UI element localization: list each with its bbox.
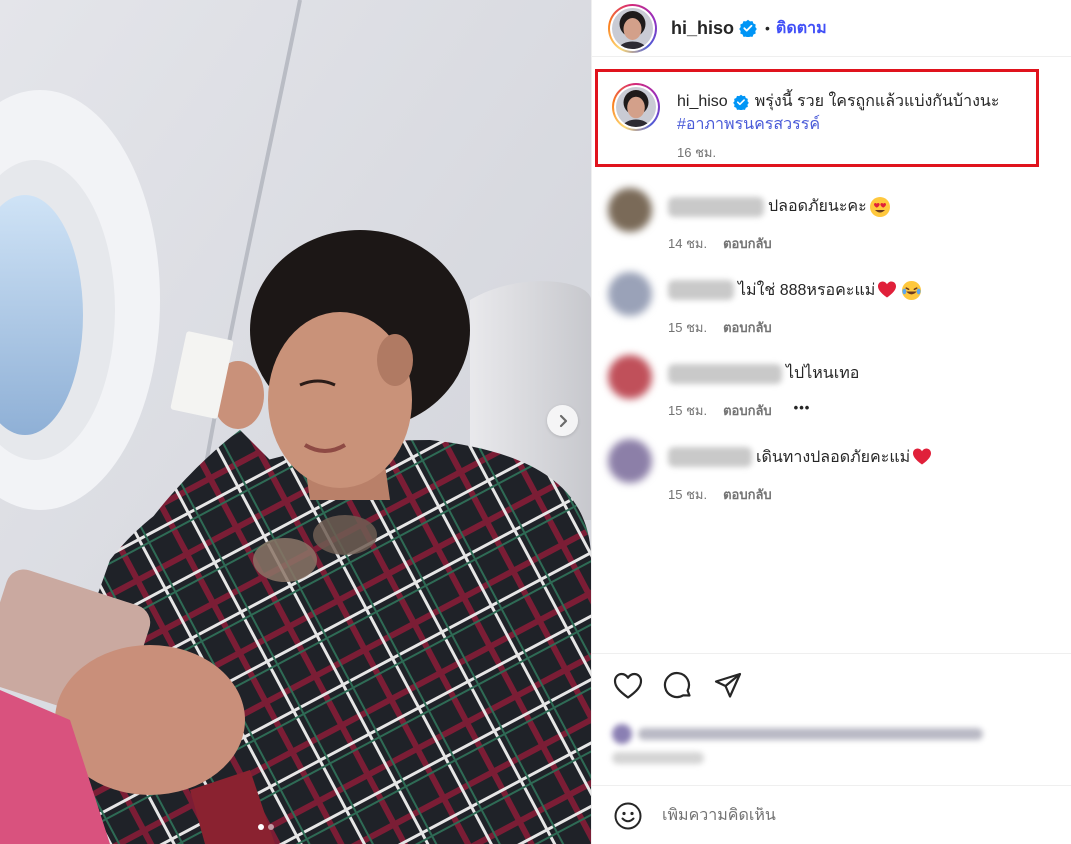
comment-text: ไม่ใช่ 888หรอคะแม่ <box>738 281 876 299</box>
post-actions <box>612 670 744 702</box>
commenter-avatar[interactable] <box>608 271 652 316</box>
likes-summary-blurred <box>612 720 987 748</box>
separator-dot: • <box>765 20 770 36</box>
caption-highlight-box: hi_hiso พรุ่งนี้ รวย ใครถูกแล้วแบ่งกันบ้… <box>595 69 1039 167</box>
laughing-tears-emoji-icon <box>901 280 922 301</box>
comment-item: ปลอดภัยนะคะ 14 ชม. ตอบกลับ <box>608 188 1058 272</box>
profile-photo <box>612 7 653 49</box>
comment-text: ปลอดภัยนะคะ <box>768 198 867 215</box>
next-slide-button[interactable] <box>547 405 578 436</box>
comment-item: ไม่ใช่ 888หรอคะแม่ 15 ชม. ตอบกลับ <box>608 271 1058 356</box>
comment-text: เดินทางปลอดภัยคะแม่ <box>756 448 911 466</box>
caption-author-avatar[interactable] <box>612 83 660 131</box>
profile-photo <box>616 87 656 127</box>
follow-button[interactable]: ติดตาม <box>776 16 827 41</box>
add-comment-bar <box>612 800 1022 832</box>
commenter-username-blurred[interactable] <box>668 363 782 384</box>
post-date-blurred <box>612 752 704 764</box>
commenter-username-blurred[interactable] <box>668 280 734 300</box>
divider <box>592 785 1071 786</box>
verified-badge-icon <box>739 19 757 37</box>
chevron-right-icon <box>559 414 567 427</box>
reply-button[interactable]: ตอบกลับ <box>723 484 772 505</box>
reply-button[interactable]: ตอบกลับ <box>723 233 772 254</box>
red-heart-emoji-icon <box>912 447 932 467</box>
caption-username[interactable]: hi_hiso <box>677 93 728 110</box>
heart-icon <box>613 672 643 699</box>
post-header: hi_hiso • ติดตาม <box>592 0 1071 57</box>
reply-button[interactable]: ตอบกลับ <box>723 400 772 421</box>
commenter-avatar[interactable] <box>608 438 652 483</box>
reply-button[interactable]: ตอบกลับ <box>723 317 772 338</box>
commenter-username-blurred[interactable] <box>668 447 752 467</box>
paper-plane-icon <box>714 672 742 698</box>
comment-timestamp[interactable]: 15 ชม. <box>668 400 707 421</box>
post-photo <box>0 0 591 844</box>
comment-input[interactable] <box>662 807 1022 825</box>
commenter-username-blurred[interactable] <box>668 196 764 217</box>
comment-text: ไปไหนเทอ <box>786 365 860 382</box>
author-avatar[interactable] <box>608 3 657 53</box>
post-side-panel: hi_hiso • ติดตาม hi_hiso พรุ่งนี้ รวย ใค… <box>591 0 1071 844</box>
verified-badge-icon <box>732 94 749 110</box>
comment-item: เดินทางปลอดภัยคะแม่ 15 ชม. ตอบกลับ <box>608 438 1058 523</box>
comment-options-button[interactable]: ••• <box>794 400 811 421</box>
carousel-dot <box>258 824 264 830</box>
photo-illustration <box>0 0 591 844</box>
share-button[interactable] <box>712 670 744 702</box>
carousel-dot <box>268 824 274 830</box>
commenter-avatar[interactable] <box>608 188 652 232</box>
comment-timestamp[interactable]: 15 ชม. <box>668 484 707 505</box>
commenter-avatar[interactable] <box>608 355 652 399</box>
heart-eyes-emoji-icon <box>869 196 891 218</box>
caption-timestamp[interactable]: 16 ชม. <box>677 142 999 163</box>
author-username[interactable]: hi_hiso <box>671 18 734 39</box>
emoji-picker-button[interactable] <box>612 800 644 832</box>
comment-list: ปลอดภัยนะคะ 14 ชม. ตอบกลับ ไม่ใช่ 888หรอ… <box>608 188 1058 522</box>
smiley-icon <box>614 802 642 830</box>
caption-hashtag-link[interactable]: #อาภาพรนครสวรรค์ <box>677 112 820 138</box>
comment-item: ไปไหนเทอ 15 ชม. ตอบกลับ ••• <box>608 355 1058 439</box>
comment-timestamp[interactable]: 15 ชม. <box>668 317 707 338</box>
caption-text: พรุ่งนี้ รวย ใครถูกแล้วแบ่งกันบ้างนะ <box>754 93 1000 110</box>
divider <box>592 653 1071 654</box>
caption-body: hi_hiso พรุ่งนี้ รวย ใครถูกแล้วแบ่งกันบ้… <box>677 83 999 163</box>
like-button[interactable] <box>612 670 644 702</box>
post-caption: hi_hiso พรุ่งนี้ รวย ใครถูกแล้วแบ่งกันบ้… <box>612 83 1028 163</box>
red-heart-emoji-icon <box>877 280 897 300</box>
speech-bubble-icon <box>663 672 691 699</box>
carousel-dots <box>258 824 274 830</box>
comment-timestamp[interactable]: 14 ชม. <box>668 233 707 254</box>
comment-button[interactable] <box>662 670 694 702</box>
